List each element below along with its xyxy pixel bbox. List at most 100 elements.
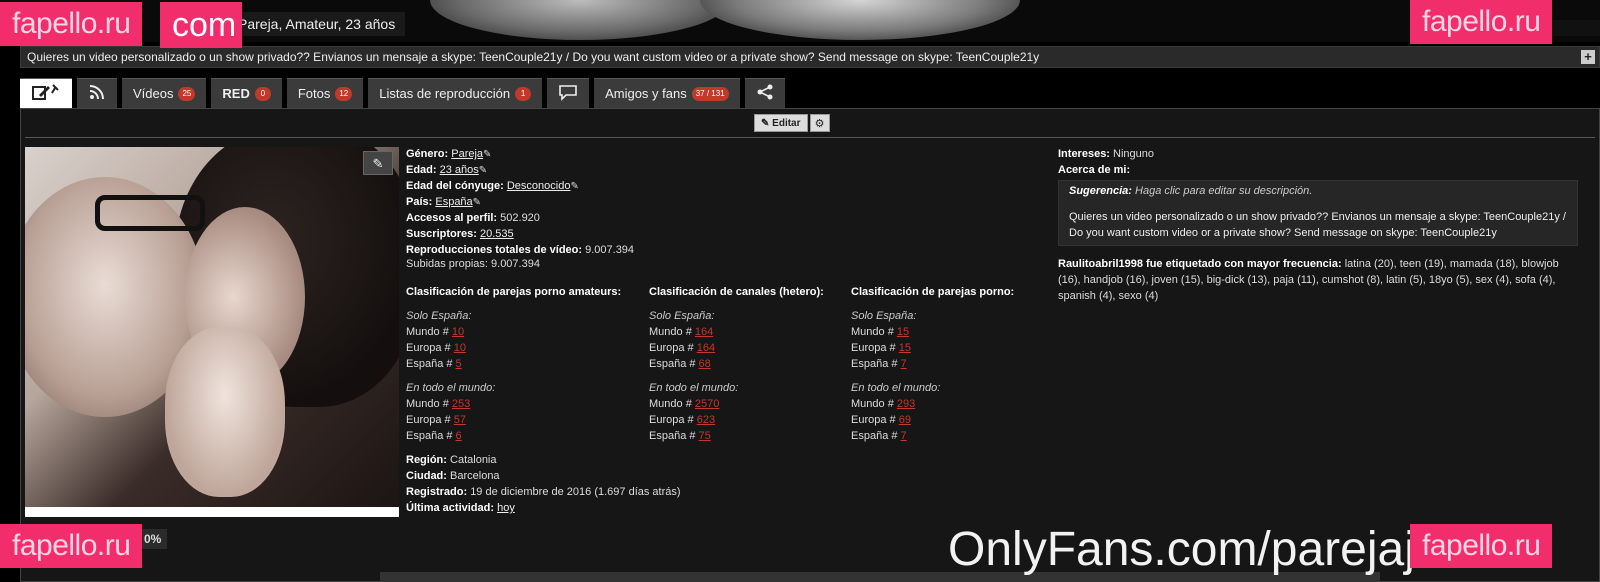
rank-key: Mundo # bbox=[851, 326, 897, 338]
rank-link[interactable]: 7 bbox=[901, 358, 907, 370]
rank-link[interactable]: 15 bbox=[899, 342, 911, 354]
hint-text: Haga clic para editar su descripción. bbox=[1135, 185, 1313, 197]
info-actividad: Última actividad: hoy bbox=[406, 500, 1046, 516]
edit-label: Editar bbox=[772, 118, 801, 129]
label: Reproducciones totales de vídeo: bbox=[406, 244, 583, 256]
info-subidas: Subidas propias: 9.007.394 bbox=[406, 258, 1046, 272]
rank-link[interactable]: 2570 bbox=[695, 398, 719, 410]
pencil-icon[interactable]: ✎ bbox=[479, 165, 487, 176]
banner-photo bbox=[430, 0, 730, 40]
photo-edit-button[interactable]: ✎ bbox=[363, 151, 393, 175]
info-genero: Género: Pareja✎ bbox=[406, 146, 1046, 162]
photo-shape bbox=[95, 195, 205, 231]
onlyfans-watermark: OnlyFans.com/parejaj bbox=[948, 523, 1415, 576]
info-edad: Edad: 23 años✎ bbox=[406, 162, 1046, 178]
about-editable-box[interactable]: Sugerencia: Haga clic para editar su des… bbox=[1058, 180, 1578, 246]
tab-label: Vídeos bbox=[133, 86, 174, 101]
profile-info: Género: Pareja✎ Edad: 23 años✎ Edad del … bbox=[406, 146, 1046, 516]
ranking-subtitle: En todo el mundo: bbox=[649, 382, 739, 394]
conyuge-value[interactable]: Desconocido bbox=[507, 180, 571, 192]
pencil-icon[interactable]: ✎ bbox=[473, 197, 481, 208]
rank-link[interactable]: 10 bbox=[454, 342, 466, 354]
label: Suscriptores: bbox=[406, 228, 477, 240]
label: Género: bbox=[406, 148, 449, 160]
rank-link[interactable]: 10 bbox=[452, 326, 464, 338]
rank-key: Europa # bbox=[406, 414, 454, 426]
rank-link[interactable]: 164 bbox=[697, 342, 715, 354]
info-reproducciones: Reproducciones totales de vídeo: 9.007.3… bbox=[406, 244, 1046, 258]
watermark: fapello.ru bbox=[1410, 0, 1553, 44]
tab-rss[interactable] bbox=[77, 78, 117, 108]
tab-videos[interactable]: Vídeos 25 bbox=[122, 78, 207, 108]
label: Accesos al perfil: bbox=[406, 212, 498, 224]
tab-edit[interactable] bbox=[20, 78, 72, 108]
rank-link[interactable]: 69 bbox=[899, 414, 911, 426]
rank-key: Mundo # bbox=[406, 398, 452, 410]
label: Edad del cónyuge: bbox=[406, 180, 504, 192]
tab-label: Fotos bbox=[297, 86, 331, 101]
rank-key: España # bbox=[406, 430, 456, 442]
genero-value[interactable]: Pareja bbox=[451, 148, 483, 160]
rank-link[interactable]: 293 bbox=[897, 398, 915, 410]
pencil-icon[interactable]: ✎ bbox=[483, 149, 491, 160]
banner-photo bbox=[700, 0, 1020, 40]
ranking-row: Mundo # 2570 bbox=[649, 396, 851, 412]
edit-pin-icon bbox=[31, 83, 61, 104]
rank-key: Europa # bbox=[649, 414, 697, 426]
rank-link[interactable]: 164 bbox=[695, 326, 713, 338]
ranking-subtitle: Solo España: bbox=[649, 310, 715, 322]
actividad-value[interactable]: hoy bbox=[497, 502, 515, 514]
rank-link[interactable]: 6 bbox=[456, 430, 462, 442]
rank-link[interactable]: 5 bbox=[456, 358, 462, 370]
tab-fotos[interactable]: Fotos 12 bbox=[286, 78, 364, 108]
tags-label: Raulitoabril1998 fue etiquetado con mayo… bbox=[1058, 258, 1342, 270]
pencil-icon[interactable]: ✎ bbox=[570, 181, 578, 192]
suscriptores-value[interactable]: 20.535 bbox=[480, 228, 514, 240]
ranking-row: Europa # 10 bbox=[406, 340, 649, 356]
hint-label: Sugerencia: bbox=[1069, 185, 1132, 197]
rank-key: Europa # bbox=[406, 342, 454, 354]
expand-button[interactable]: + bbox=[1581, 50, 1595, 64]
rank-link[interactable]: 253 bbox=[452, 398, 470, 410]
ranking-subtitle: En todo el mundo: bbox=[406, 382, 496, 394]
tab-friends[interactable]: Amigos y fans 37 / 131 bbox=[594, 78, 740, 108]
rank-link[interactable]: 7 bbox=[901, 430, 907, 442]
edad-value[interactable]: 23 años bbox=[440, 164, 479, 176]
ranking-row: Mundo # 15 bbox=[851, 324, 1041, 340]
tab-red[interactable]: RED 0 bbox=[211, 78, 282, 108]
intereses-value: Ninguno bbox=[1113, 148, 1155, 160]
rank-link[interactable]: 68 bbox=[699, 358, 711, 370]
rank-key: Europa # bbox=[649, 342, 697, 354]
profile-photo[interactable]: ✎ bbox=[25, 147, 399, 517]
ranking-title: Clasificación de parejas porno amateurs: bbox=[406, 286, 622, 298]
tab-share[interactable] bbox=[744, 78, 785, 108]
share-icon bbox=[756, 83, 774, 104]
pais-value[interactable]: España bbox=[435, 196, 472, 208]
rank-key: Mundo # bbox=[649, 326, 695, 338]
ranking-column: Clasificación de canales (hetero): Solo … bbox=[649, 284, 851, 444]
label: Acerca de mi: bbox=[1058, 164, 1131, 176]
gear-icon: ⚙ bbox=[814, 118, 825, 130]
label: Región: bbox=[406, 454, 447, 466]
info-ciudad: Ciudad: Barcelona bbox=[406, 468, 1046, 484]
rank-link[interactable]: 57 bbox=[454, 414, 466, 426]
tab-comments[interactable] bbox=[547, 78, 590, 108]
location-block: Región: Catalonia Ciudad: Barcelona Regi… bbox=[406, 452, 1046, 516]
edit-button[interactable]: ✎ Editar bbox=[754, 114, 808, 132]
label: Registrado: bbox=[406, 486, 468, 498]
pencil-icon: ✎ bbox=[761, 118, 770, 129]
settings-button[interactable]: ⚙ bbox=[809, 114, 830, 132]
watermark: fapello.ru bbox=[1410, 524, 1553, 568]
ranking-subtitle: En todo el mundo: bbox=[851, 382, 941, 394]
rank-key: Europa # bbox=[851, 414, 899, 426]
message-bar: Quieres un video personalizado o un show… bbox=[20, 46, 1600, 68]
rank-link[interactable]: 75 bbox=[699, 430, 711, 442]
count-badge: 12 bbox=[335, 86, 353, 101]
tab-playlists[interactable]: Listas de reproducción 1 bbox=[368, 78, 543, 108]
rank-key: Mundo # bbox=[649, 398, 695, 410]
rank-link[interactable]: 623 bbox=[697, 414, 715, 426]
info-conyuge: Edad del cónyuge: Desconocido✎ bbox=[406, 178, 1046, 194]
rank-link[interactable]: 15 bbox=[897, 326, 909, 338]
